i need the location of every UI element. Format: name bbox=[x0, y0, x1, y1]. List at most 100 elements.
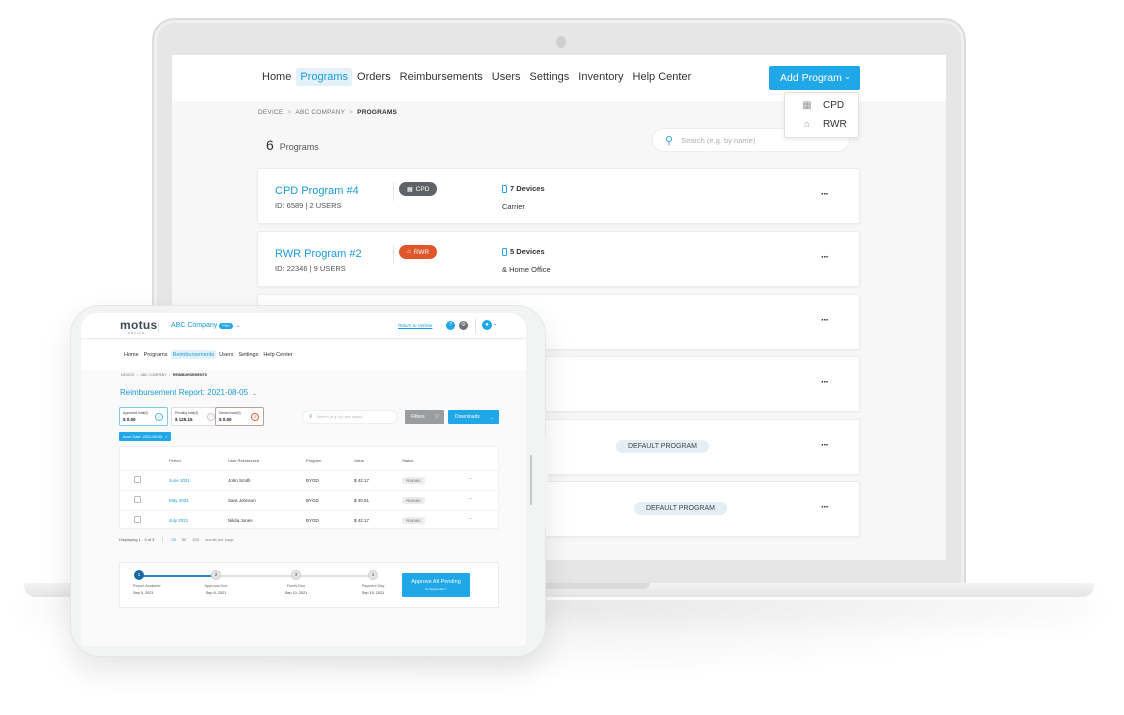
approve-sublabel: by September 7 bbox=[425, 587, 447, 591]
motus-logo: motus bbox=[120, 318, 158, 332]
help-icon[interactable]: ? bbox=[446, 321, 455, 330]
approve-all-pending-button[interactable]: Approve All Pending by September 7 bbox=[402, 573, 470, 597]
breadcrumb: DEVICE > ABC COMPANY > PROGRAMS bbox=[258, 109, 397, 116]
nav-item-reimbursements[interactable]: Reimbursements bbox=[170, 350, 217, 359]
breadcrumb-item: REIMBURSEMENTS bbox=[172, 373, 208, 377]
period-link[interactable]: June 2021 bbox=[169, 478, 190, 483]
breadcrumb-item[interactable]: DEVICE bbox=[121, 373, 134, 377]
period-link[interactable]: May 2021 bbox=[169, 498, 189, 503]
breadcrumb-separator-icon: > bbox=[349, 109, 354, 116]
close-icon[interactable]: × bbox=[165, 435, 167, 439]
cell-user: Sara Johnson bbox=[228, 498, 256, 503]
row-checkbox[interactable] bbox=[134, 476, 141, 483]
nav-item-users[interactable]: Users bbox=[217, 350, 235, 359]
more-options-icon[interactable]: ··· bbox=[468, 476, 472, 482]
more-options-icon[interactable]: ··· bbox=[821, 377, 829, 388]
phone-icon bbox=[502, 247, 507, 256]
user-search-input[interactable]: ⚲ Search (e.g. by user name) bbox=[302, 410, 398, 424]
table-row[interactable]: June 2021 John Smith BYOD $ 42.17 PENDING ··· bbox=[120, 470, 500, 490]
nav-item-users[interactable]: Users bbox=[488, 68, 525, 86]
breadcrumb: DEVICE > ABC COMPANY > REIMBURSEMENTS bbox=[121, 373, 207, 377]
more-options-icon[interactable]: ··· bbox=[821, 440, 829, 451]
results-per-page-label: results per page. bbox=[204, 536, 235, 542]
company-switcher[interactable]: ABC Company PRO ⌄ bbox=[171, 322, 240, 329]
cell-value: $ 42.17 bbox=[354, 518, 370, 523]
menu-item-cpd[interactable]: ▦ CPD bbox=[799, 100, 844, 111]
downloads-button[interactable]: Downloads ⌄ bbox=[448, 410, 499, 424]
row-checkbox[interactable] bbox=[134, 516, 141, 523]
search-placeholder: Search (e.g. by name) bbox=[681, 135, 756, 145]
breadcrumb-item[interactable]: DEVICE bbox=[258, 109, 283, 116]
total-card-approved[interactable]: Approved total(0) $ 0.00 ✓ bbox=[119, 407, 168, 426]
clock-icon: ◷ bbox=[207, 413, 215, 421]
filters-button[interactable]: Filters ▽ bbox=[405, 410, 444, 424]
chevron-down-icon[interactable]: ⌄ bbox=[493, 321, 497, 327]
column-header[interactable]: Value bbox=[354, 458, 364, 463]
total-card-denied[interactable]: Denied total(0) $ 0.00 ⊘ bbox=[215, 407, 264, 426]
menu-item-rwr[interactable]: ⌂ RWR bbox=[799, 119, 847, 130]
more-options-icon[interactable]: ··· bbox=[468, 496, 472, 502]
nav-item-settings[interactable]: Settings bbox=[526, 68, 574, 86]
program-meta: ID: 6589 | 2 USERS bbox=[275, 201, 342, 210]
table-row[interactable]: May 2021 Sara Johnson BYOD $ 40.81 PENDING ··… bbox=[120, 490, 500, 510]
nav-item-home[interactable]: Home bbox=[122, 350, 141, 359]
column-header[interactable]: Period bbox=[169, 458, 181, 463]
timeline-step-4: 4 bbox=[368, 570, 378, 580]
cell-program: BYOD bbox=[306, 478, 319, 483]
period-link[interactable]: July 2021 bbox=[169, 518, 188, 523]
timeline-step-label: Approval Due bbox=[204, 584, 228, 588]
ban-icon: ⊘ bbox=[251, 413, 259, 421]
menu-item-label: CPD bbox=[823, 100, 845, 111]
more-options-icon[interactable]: ··· bbox=[468, 516, 472, 522]
user-avatar-icon[interactable]: ● bbox=[482, 320, 492, 330]
breadcrumb-item: PROGRAMS bbox=[357, 109, 398, 116]
filter-chip-label: Incur Date: 2021-08-05 bbox=[123, 434, 163, 439]
nav-item-reimbursements[interactable]: Reimbursements bbox=[396, 68, 487, 86]
gear-icon[interactable]: ⚙ bbox=[459, 321, 468, 330]
nav-item-programs[interactable]: Programs bbox=[142, 350, 170, 359]
nav-item-programs[interactable]: Programs bbox=[296, 68, 353, 86]
column-header[interactable]: Status bbox=[402, 458, 413, 463]
breadcrumb-item[interactable]: ABC COMPANY bbox=[141, 373, 167, 377]
program-name-link[interactable]: CPD Program #4 bbox=[275, 185, 359, 197]
add-program-button[interactable]: Add Program ⌄ bbox=[769, 66, 860, 90]
return-to-vehicle-link[interactable]: Return to Vehicle bbox=[398, 323, 432, 328]
tablet-scrollbar[interactable] bbox=[530, 455, 532, 505]
program-card[interactable]: RWR Program #2 ID: 22346 | 9 USERS ⌂ RWR 5 D… bbox=[257, 231, 860, 287]
page-size-option[interactable]: 50 bbox=[182, 537, 186, 542]
nav-item-orders[interactable]: Orders bbox=[353, 68, 395, 86]
cell-program: BYOD bbox=[306, 498, 319, 503]
column-header[interactable]: User Reimbursed bbox=[228, 458, 259, 463]
program-count-number: 6 bbox=[266, 137, 274, 153]
nav-item-help-center[interactable]: Help Center bbox=[261, 350, 294, 359]
breadcrumb-separator-icon: > bbox=[168, 373, 171, 377]
more-options-icon[interactable]: ··· bbox=[821, 502, 829, 513]
carrier-label: Carrier bbox=[502, 202, 525, 211]
main-nav: Home Programs Orders Reimbursements Users Set… bbox=[258, 68, 696, 86]
tablet-nav-bar: Home Programs Reimbursements Users Settings H… bbox=[81, 340, 526, 370]
page-size-option[interactable]: 100 bbox=[192, 537, 199, 542]
cell-program: BYOD bbox=[306, 518, 319, 523]
report-title-dropdown[interactable]: Reimbursement Report: 2021-08-05 ⌄ bbox=[120, 388, 257, 397]
more-options-icon[interactable]: ··· bbox=[821, 189, 829, 200]
table-row[interactable]: July 2021 Nikita Jones BYOD $ 42.17 PENDING ·… bbox=[120, 510, 500, 530]
program-type-badge: ⌂ RWR bbox=[399, 245, 438, 259]
page-size-option[interactable]: 25 bbox=[171, 537, 175, 542]
nav-item-inventory[interactable]: Inventory bbox=[574, 68, 627, 86]
timeline-step-1: 1 bbox=[134, 570, 144, 580]
breadcrumb-item[interactable]: ABC COMPANY bbox=[295, 109, 345, 116]
more-options-icon[interactable]: ··· bbox=[821, 315, 829, 326]
building-icon: ▦ bbox=[407, 186, 413, 193]
nav-item-settings[interactable]: Settings bbox=[236, 350, 260, 359]
breadcrumb-separator-icon: > bbox=[136, 373, 139, 377]
filter-chip[interactable]: Incur Date: 2021-08-05 × bbox=[119, 432, 172, 441]
more-options-icon[interactable]: ··· bbox=[821, 252, 829, 263]
nav-item-help-center[interactable]: Help Center bbox=[629, 68, 696, 86]
total-card-pending[interactable]: Pending total(3) $ 125.15 ◷ bbox=[171, 407, 220, 426]
program-name-link[interactable]: RWR Program #2 bbox=[275, 248, 362, 260]
divider bbox=[158, 320, 159, 333]
nav-item-home[interactable]: Home bbox=[258, 68, 295, 86]
program-card[interactable]: CPD Program #4 ID: 6589 | 2 USERS ▦ CPD 7 De… bbox=[257, 168, 860, 224]
row-checkbox[interactable] bbox=[134, 496, 141, 503]
column-header[interactable]: Program bbox=[306, 458, 321, 463]
